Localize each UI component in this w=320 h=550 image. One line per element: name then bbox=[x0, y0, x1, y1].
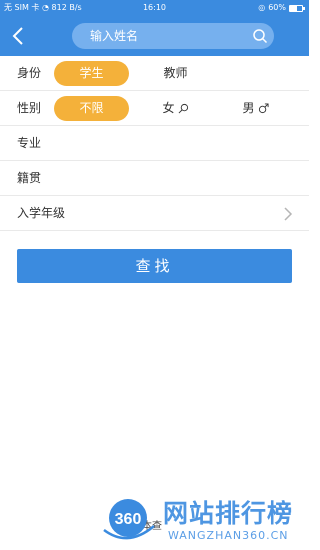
gender-option-female-label: 女 bbox=[162, 101, 175, 115]
watermark-logo-text: 360 bbox=[115, 511, 142, 528]
gender-option-male[interactable]: 男 bbox=[218, 96, 293, 121]
status-bar: 无 SIM 卡 ◔ 812 B/s 16:10 ◎ 60% bbox=[0, 0, 309, 16]
search-input[interactable] bbox=[72, 23, 274, 49]
gender-row: 性别 不限 女 男 bbox=[0, 91, 309, 126]
gender-option-female[interactable]: 女 bbox=[138, 96, 213, 121]
chevron-left-icon bbox=[12, 27, 23, 45]
identity-label: 身份 bbox=[17, 66, 42, 80]
battery-icon bbox=[289, 4, 305, 12]
identity-row: 身份 学生 教师 bbox=[0, 56, 309, 91]
chevron-right-icon bbox=[284, 207, 293, 221]
gender-option-male-label: 男 bbox=[242, 101, 255, 115]
back-button[interactable] bbox=[8, 24, 32, 48]
identity-option-teacher[interactable]: 教师 bbox=[138, 61, 213, 86]
header bbox=[0, 16, 309, 56]
gender-option-any[interactable]: 不限 bbox=[54, 96, 129, 121]
battery-percent: 60% bbox=[268, 3, 286, 12]
gender-option-any-label: 不限 bbox=[79, 101, 104, 115]
enroll-year-row[interactable]: 入学年级 bbox=[0, 196, 309, 231]
watermark-logo: 360 bbox=[103, 499, 155, 540]
gender-label: 性别 bbox=[17, 101, 42, 115]
major-label: 专业 bbox=[17, 136, 42, 150]
identity-option-student[interactable]: 学生 bbox=[54, 61, 129, 86]
watermark-subtitle: WANGZHAN360.CN bbox=[168, 529, 289, 542]
alarm-icon: ◎ bbox=[258, 3, 266, 12]
hometown-row[interactable]: 籍贯 bbox=[0, 161, 309, 196]
male-symbol-icon bbox=[258, 103, 269, 114]
identity-option-student-label: 学生 bbox=[79, 66, 104, 80]
watermark-title: 网站排行榜 bbox=[163, 499, 294, 528]
major-row[interactable]: 专业 bbox=[0, 126, 309, 161]
identity-option-teacher-label: 教师 bbox=[163, 66, 188, 80]
hometown-label: 籍贯 bbox=[17, 171, 42, 185]
search-icon[interactable] bbox=[252, 28, 268, 44]
query-button[interactable]: 查找 bbox=[17, 249, 292, 283]
enroll-year-label: 入学年级 bbox=[17, 206, 66, 220]
female-symbol-icon bbox=[178, 103, 188, 114]
status-right: ◎ 60% bbox=[258, 0, 305, 16]
search-box bbox=[72, 23, 274, 49]
